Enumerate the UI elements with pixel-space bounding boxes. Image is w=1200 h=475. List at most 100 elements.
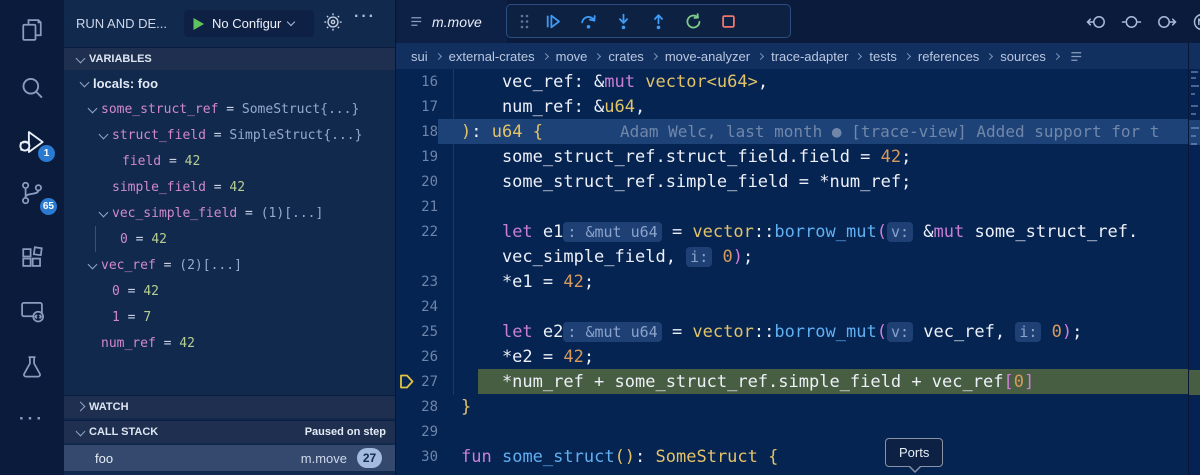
nav-forward-icon[interactable] (1156, 13, 1177, 31)
more-views-icon[interactable]: ··· (0, 399, 64, 439)
variable-row[interactable]: locals: foo (64, 70, 395, 96)
variable-row[interactable]: some_struct_ref = SomeStruct{...} (64, 96, 395, 122)
variable-row[interactable]: vec_ref = (2)[...] (64, 252, 395, 278)
variable-row[interactable]: 0 = 42 (64, 278, 395, 304)
nav-clipped-icon[interactable] (1191, 12, 1200, 32)
code-line[interactable]: 24 (396, 294, 1188, 319)
explorer-icon[interactable] (0, 10, 64, 50)
callstack-frame-row[interactable]: foo m.move 27 (64, 445, 395, 471)
breadcrumb-item[interactable]: crates (608, 49, 643, 64)
code-line[interactable]: 27 *num_ref + some_struct_ref.simple_fie… (396, 369, 1188, 394)
breadcrumb: sui external-crates move crates move-analyze… (396, 43, 1200, 69)
extensions-icon[interactable] (0, 238, 64, 278)
line-number[interactable]: 21 (416, 199, 438, 215)
line-number[interactable]: 24 (416, 299, 438, 315)
testing-beaker-icon[interactable] (0, 347, 64, 387)
code-line[interactable]: 28} (396, 394, 1188, 419)
line-number[interactable]: 19 (416, 149, 438, 165)
drag-grip-icon[interactable] (517, 8, 531, 34)
tab-m-move[interactable]: m.move (397, 0, 507, 43)
variable-row[interactable]: field = 42 (64, 148, 395, 174)
code-line[interactable]: 29 (396, 419, 1188, 444)
breadcrumb-item[interactable]: move-analyzer (665, 49, 750, 64)
breadcrumb-item[interactable]: sources (1000, 49, 1046, 64)
line-number[interactable]: 26 (416, 349, 438, 365)
code-token: ; (1072, 322, 1082, 342)
breadcrumb-item[interactable]: references (918, 49, 979, 64)
step-into-button[interactable] (610, 8, 636, 34)
minimap-mark (1191, 85, 1199, 87)
inlay-hint: v: (887, 322, 913, 342)
chevron-right-icon (904, 52, 911, 59)
stop-button[interactable] (715, 8, 741, 34)
debug-config-dropdown[interactable]: No Configur (184, 10, 314, 37)
line-number[interactable]: 29 (416, 424, 438, 440)
code-line[interactable]: vec_simple_field, i: 0); (396, 244, 1188, 269)
code-line[interactable]: 18): u64 {Adam Welc, last month ● [trace… (396, 119, 1188, 144)
line-number[interactable]: 17 (416, 99, 438, 115)
line-number[interactable]: 18 (416, 124, 438, 140)
restart-button[interactable] (680, 8, 706, 34)
variable-row[interactable]: struct_field = SimpleStruct{...} (64, 122, 395, 148)
code-token: 42 (563, 272, 583, 292)
line-number[interactable]: 28 (416, 399, 438, 415)
remote-explorer-icon[interactable] (0, 291, 64, 331)
line-number[interactable]: 22 (416, 224, 438, 240)
watch-section-header[interactable]: WATCH (64, 395, 395, 418)
code-token: mut (604, 72, 635, 92)
breadcrumb-item[interactable]: external-crates (449, 49, 535, 64)
line-number[interactable]: 25 (416, 324, 438, 340)
code-line[interactable]: 19 some_struct_ref.struct_field.field = … (396, 144, 1188, 169)
variable-row[interactable]: num_ref = 42 (64, 330, 395, 356)
line-number[interactable]: 23 (416, 274, 438, 290)
start-debug-play-icon[interactable] (192, 17, 205, 31)
chevron-down-icon[interactable] (96, 206, 112, 220)
variables-section-header[interactable]: VARIABLES (64, 47, 395, 70)
debug-stopped-arrow-icon (399, 374, 414, 389)
breadcrumb-item[interactable]: trace-adapter (771, 49, 848, 64)
continue-button[interactable] (540, 8, 566, 34)
source-control-icon[interactable]: 65 (0, 173, 64, 213)
code-line[interactable]: 17 num_ref: &u64, (396, 94, 1188, 119)
nav-circle-icon[interactable] (1121, 13, 1142, 31)
breakpoint-gutter[interactable] (396, 374, 416, 389)
chevron-down-icon[interactable] (77, 76, 93, 90)
code-line[interactable]: 21 (396, 194, 1188, 219)
chevron-down-icon[interactable] (96, 128, 112, 142)
code-line[interactable]: 26 *e2 = 42; (396, 344, 1188, 369)
code-line[interactable]: 30 fun some_struct(): SomeStruct { (396, 444, 1188, 469)
variable-row[interactable]: 0 = 42 (64, 226, 395, 252)
variable-token: (2)[...] (179, 258, 242, 273)
callstack-section-header[interactable]: CALL STACK Paused on step (64, 420, 395, 443)
breadcrumb-item[interactable]: sui (411, 49, 428, 64)
gear-icon[interactable] (322, 11, 344, 33)
code-line[interactable]: 22 let e1: &mut u64 = vector::borrow_mut… (396, 219, 1188, 244)
chevron-down-icon[interactable] (85, 258, 101, 272)
search-icon[interactable] (0, 68, 64, 108)
code-token: , (758, 72, 768, 92)
breadcrumb-item[interactable]: tests (869, 49, 896, 64)
chevron-down-icon[interactable] (85, 102, 101, 116)
code-line[interactable]: 25 let e2: &mut u64 = vector::borrow_mut… (396, 319, 1188, 344)
variable-row[interactable]: 1 = 7 (64, 304, 395, 330)
tab-title: m.move (432, 14, 482, 30)
code-text: fun some_struct(): SomeStruct { (461, 447, 778, 467)
minimap[interactable] (1189, 69, 1200, 475)
sidebar-more-icon[interactable]: ··· (354, 8, 376, 26)
line-number[interactable]: 20 (416, 174, 438, 190)
code-editor[interactable]: 16 vec_ref: &mut vector<u64>,17 num_ref:… (396, 69, 1188, 475)
breadcrumb-item[interactable]: move (556, 49, 588, 64)
nav-back-icon[interactable] (1086, 13, 1107, 31)
variable-row[interactable]: simple_field = 42 (64, 174, 395, 200)
line-number[interactable]: 27 (416, 374, 438, 390)
step-out-button[interactable] (645, 8, 671, 34)
run-debug-icon[interactable]: 1 (0, 122, 64, 162)
step-over-button[interactable] (575, 8, 601, 34)
code-line[interactable]: 23 *e1 = 42; (396, 269, 1188, 294)
variable-token: 42 (229, 180, 245, 195)
code-line[interactable]: 20 some_struct_ref.simple_field = *num_r… (396, 169, 1188, 194)
line-number[interactable]: 16 (416, 74, 438, 90)
code-line[interactable]: 16 vec_ref: &mut vector<u64>, (396, 69, 1188, 94)
variable-row[interactable]: vec_simple_field = (1)[...] (64, 200, 395, 226)
line-number[interactable]: 30 (416, 449, 438, 465)
